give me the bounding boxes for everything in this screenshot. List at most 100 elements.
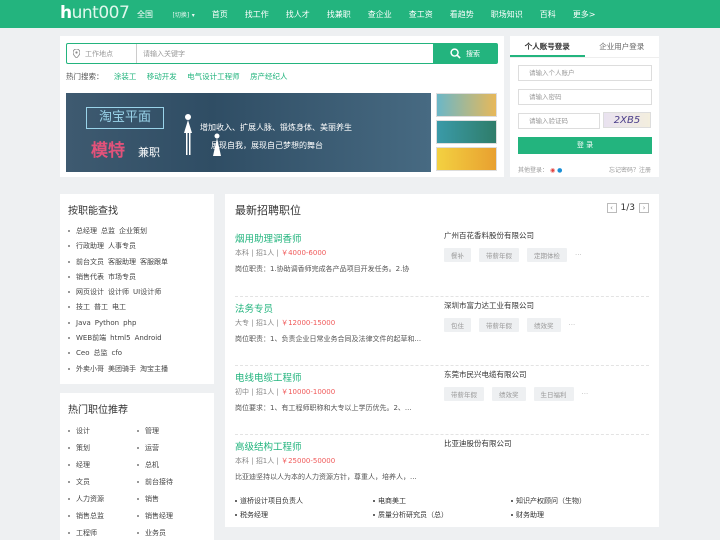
job-link[interactable]: 电商美工: [373, 496, 511, 506]
nav-trends[interactable]: 看趋势: [450, 9, 474, 20]
hot-job-link[interactable]: 销售总监: [68, 511, 137, 521]
login-panel: 个人账号登录 企业用户登录 请输入个人账户 请输入密码 请输入验证码 2XB5 …: [510, 36, 659, 177]
nav-wiki[interactable]: 百科: [540, 9, 556, 20]
hot-search-link[interactable]: 移动开发: [147, 72, 177, 81]
city-switch-link[interactable]: [切换]: [173, 12, 190, 19]
function-link[interactable]: php: [123, 319, 136, 327]
hot-job-link[interactable]: 管理: [137, 426, 206, 436]
nav-part-time[interactable]: 找兼职: [327, 9, 351, 20]
function-link[interactable]: 技工: [76, 302, 90, 312]
hot-job-link[interactable]: 人力资源: [68, 494, 137, 504]
function-link[interactable]: 市场专员: [108, 272, 136, 282]
promo-banner[interactable]: 淘宝平面 模特 兼职 增加收入、扩展人脉、锻炼身体、美丽养生 展现自我，展现自己…: [66, 93, 431, 172]
function-link[interactable]: WEB前端: [76, 333, 106, 343]
job-title[interactable]: 电线电缆工程师: [235, 370, 302, 384]
function-link[interactable]: 总监: [101, 226, 115, 236]
nav-home[interactable]: 首页: [212, 9, 228, 20]
hot-job-link[interactable]: 设计: [68, 426, 137, 436]
function-link[interactable]: 网页设计: [76, 287, 104, 297]
hot-job-link[interactable]: 经理: [68, 460, 137, 470]
company-name[interactable]: 广州百花香料股份有限公司: [444, 230, 534, 241]
keyword-input[interactable]: 请输入关键字: [137, 44, 433, 63]
job-title[interactable]: 烟用助理调香师: [235, 231, 302, 245]
tab-personal-login[interactable]: 个人账号登录: [510, 36, 585, 57]
hot-job-link[interactable]: 销售经理: [137, 511, 206, 521]
hot-job-link[interactable]: 文员: [68, 477, 137, 487]
nav-find-job[interactable]: 找工作: [245, 9, 269, 20]
search-icon: [450, 48, 461, 59]
job-link[interactable]: 道桥设计项目负责人: [235, 496, 373, 506]
function-link[interactable]: 销售代表: [76, 272, 104, 282]
function-link[interactable]: Ceo: [76, 349, 89, 357]
company-name[interactable]: 比亚迪股份有限公司: [444, 438, 512, 449]
function-link[interactable]: 淘宝主播: [140, 364, 168, 374]
function-link[interactable]: cfo: [111, 349, 122, 357]
function-link[interactable]: 人事专员: [108, 241, 136, 251]
job-link[interactable]: 税务经理: [235, 510, 373, 520]
banner-thumbnail[interactable]: [436, 120, 497, 144]
function-link[interactable]: 企业策划: [119, 226, 147, 236]
function-link[interactable]: Python: [95, 319, 119, 327]
next-page-button[interactable]: ›: [639, 203, 649, 213]
search-button[interactable]: 搜索: [433, 44, 497, 63]
function-link[interactable]: Android: [135, 334, 162, 342]
login-button[interactable]: 登 录: [518, 137, 652, 154]
company-name[interactable]: 东莞市民兴电缆有限公司: [444, 369, 527, 380]
job-salary: ￥10000-10000: [281, 388, 336, 396]
password-input[interactable]: 请输入密码: [518, 89, 652, 105]
function-link[interactable]: Java: [76, 319, 91, 327]
function-row: 前台文员 客服助理 客服跟单: [60, 257, 214, 267]
banner-thumbnail[interactable]: [436, 147, 497, 171]
nav-knowledge[interactable]: 职场知识: [491, 9, 523, 20]
forgot-register-link[interactable]: 忘记密码？注册: [609, 165, 651, 174]
username-input[interactable]: 请输入个人账户: [518, 65, 652, 81]
bullet-icon: [68, 464, 70, 466]
job-headcount: 招1人: [255, 319, 275, 327]
hot-job-link[interactable]: 业务员: [137, 528, 206, 538]
banner-thumbnail[interactable]: [436, 93, 497, 117]
function-link[interactable]: 客服跟单: [140, 257, 168, 267]
hot-job-link[interactable]: 前台接待: [137, 477, 206, 487]
function-link[interactable]: 美团骑手: [108, 364, 136, 374]
function-link[interactable]: 前台文员: [76, 257, 104, 267]
function-link[interactable]: 外卖小哥: [76, 364, 104, 374]
function-link[interactable]: 电工: [112, 302, 126, 312]
function-link[interactable]: 总监: [93, 348, 107, 358]
captcha-image[interactable]: 2XB5: [603, 112, 651, 128]
job-title[interactable]: 法务专员: [235, 301, 273, 315]
nav-find-talent[interactable]: 找人才: [286, 9, 310, 20]
job-link[interactable]: 知识产权顾问（生物）: [511, 496, 649, 506]
nav-companies[interactable]: 查企业: [368, 9, 392, 20]
location-field[interactable]: 工作地点: [67, 44, 137, 63]
hot-search-link[interactable]: 涂装工: [114, 72, 137, 81]
prev-page-button[interactable]: ‹: [606, 203, 617, 213]
job-link[interactable]: 质量分析研究员（总）: [373, 510, 511, 520]
hot-job-link[interactable]: 策划: [68, 443, 137, 453]
function-link[interactable]: 客服助理: [108, 257, 136, 267]
captcha-input[interactable]: 请输入验证码: [518, 113, 600, 129]
site-logo[interactable]: hunt007: [60, 3, 130, 23]
pager: ‹ 1/3 ›: [606, 203, 649, 213]
company-name[interactable]: 深圳市富力达工业有限公司: [444, 300, 534, 311]
qq-icon[interactable]: ●: [557, 167, 562, 174]
hot-job-link[interactable]: 工程师: [68, 528, 137, 538]
tab-company-login[interactable]: 企业用户登录: [585, 36, 660, 57]
function-link[interactable]: UI设计师: [133, 287, 161, 297]
weibo-icon[interactable]: ◉: [550, 167, 555, 174]
job-link[interactable]: 财务助理: [511, 510, 649, 520]
function-link[interactable]: 行政助理: [76, 241, 104, 251]
location-pin-icon: [73, 49, 80, 58]
hot-search-link[interactable]: 电气设计工程师: [187, 72, 240, 81]
function-link[interactable]: 普工: [94, 302, 108, 312]
nav-more[interactable]: 更多>: [573, 9, 596, 20]
city-switcher[interactable]: 全国 [切换] ▾: [137, 9, 195, 20]
hot-job-link[interactable]: 总机: [137, 460, 206, 470]
function-link[interactable]: 设计师: [108, 287, 129, 297]
function-link[interactable]: html5: [110, 334, 130, 342]
hot-job-link[interactable]: 运营: [137, 443, 206, 453]
hot-job-link[interactable]: 销售: [137, 494, 206, 504]
hot-search-link[interactable]: 房产经纪人: [250, 72, 288, 81]
job-title[interactable]: 高级结构工程师: [235, 439, 302, 453]
nav-salary[interactable]: 查工资: [409, 9, 433, 20]
function-link[interactable]: 总经理: [76, 226, 97, 236]
